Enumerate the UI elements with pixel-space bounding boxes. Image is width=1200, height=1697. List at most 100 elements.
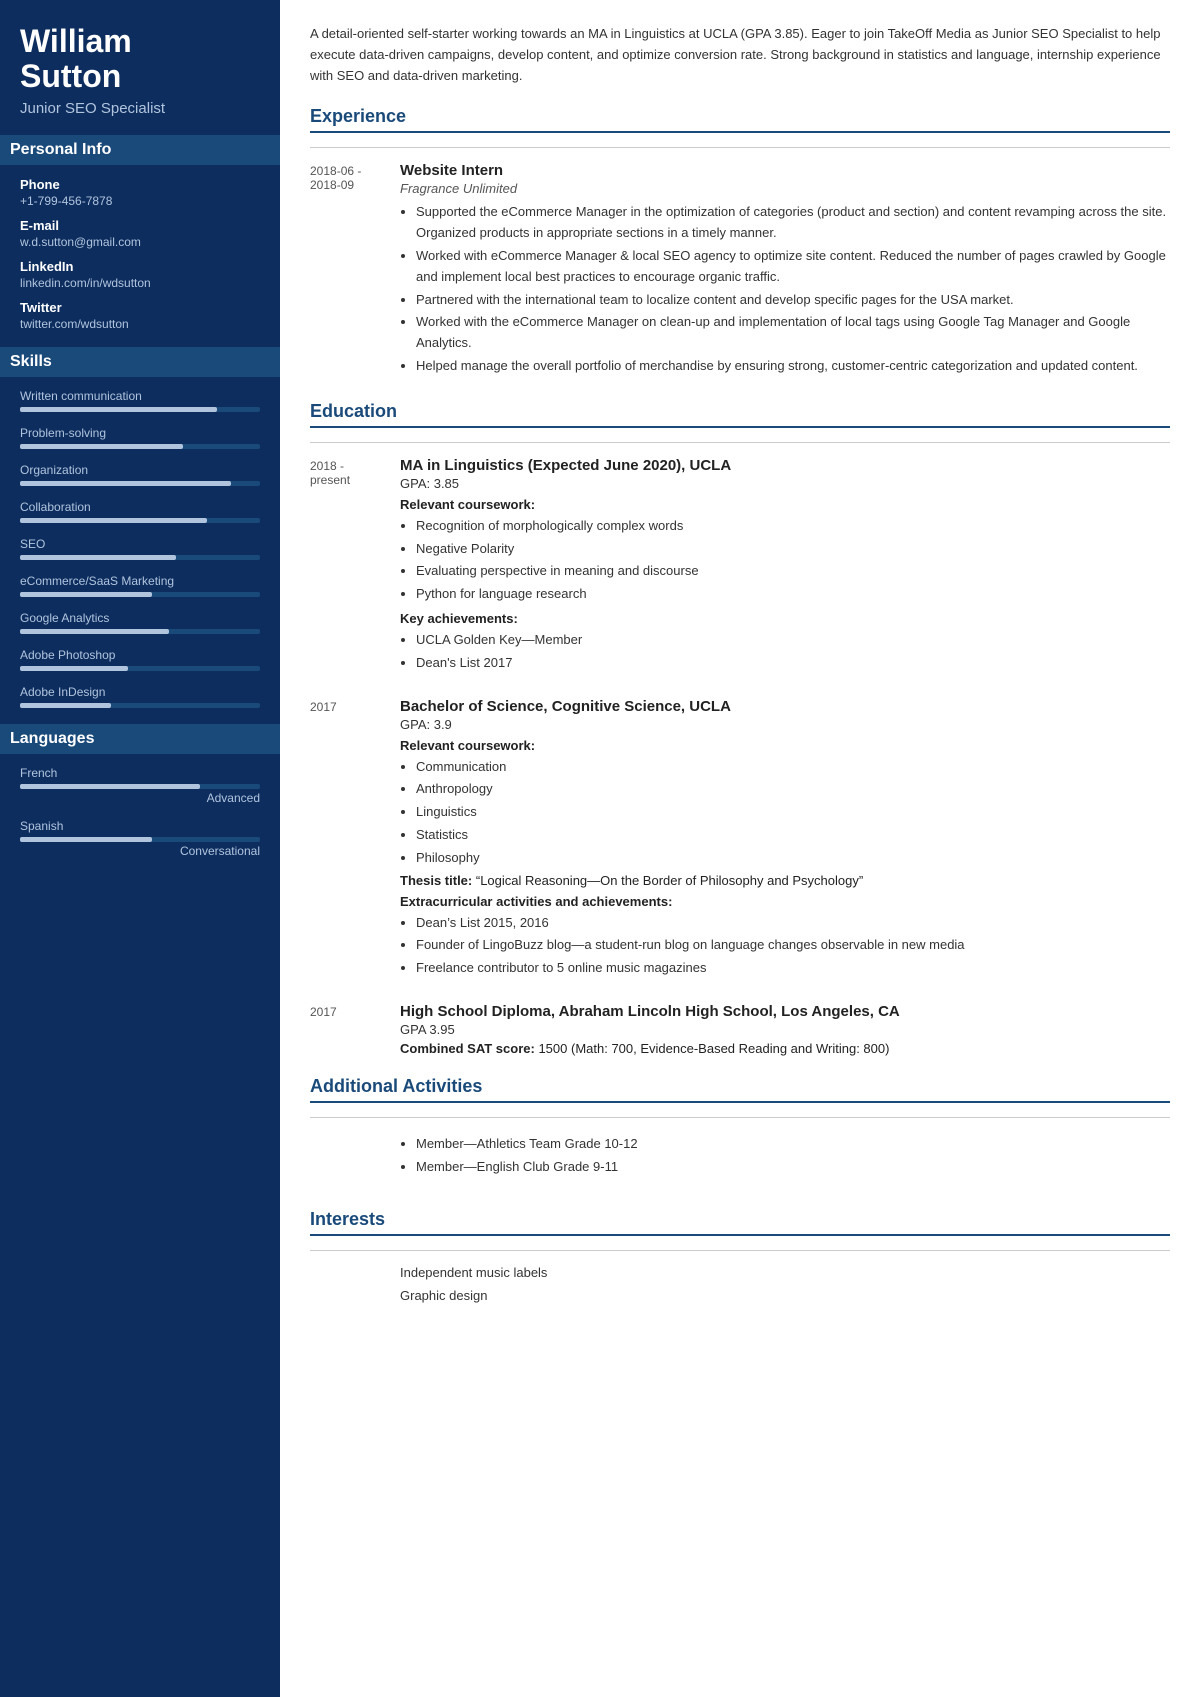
entry-gpa: GPA 3.95 bbox=[400, 1022, 1170, 1037]
coursework-label: Relevant coursework: bbox=[400, 497, 1170, 512]
skill-item: Adobe Photoshop bbox=[20, 648, 260, 671]
language-bar-fill bbox=[20, 784, 200, 789]
coursework-item: Recognition of morphologically complex w… bbox=[416, 516, 1170, 537]
skill-bar-bg bbox=[20, 518, 260, 523]
sidebar: WilliamSutton Junior SEO Specialist Pers… bbox=[0, 0, 280, 1697]
extra-label: Extracurricular activities and achieveme… bbox=[400, 894, 1170, 909]
twitter-label: Twitter bbox=[20, 300, 260, 315]
skill-bar-fill bbox=[20, 592, 152, 597]
sat-text: Combined SAT score: 1500 (Math: 700, Evi… bbox=[400, 1041, 1170, 1056]
coursework-item: Python for language research bbox=[416, 584, 1170, 605]
bullet-item: Worked with the eCommerce Manager on cle… bbox=[416, 312, 1170, 354]
language-level: Conversational bbox=[20, 844, 260, 858]
skill-item: Collaboration bbox=[20, 500, 260, 523]
phone-label: Phone bbox=[20, 177, 260, 192]
entry-title: MA in Linguistics (Expected June 2020), … bbox=[400, 457, 1170, 474]
extra-list: Dean’s List 2015, 2016Founder of LingoBu… bbox=[400, 913, 1170, 979]
coursework-list: Recognition of morphologically complex w… bbox=[400, 516, 1170, 605]
skill-bar-bg bbox=[20, 444, 260, 449]
coursework-item: Negative Polarity bbox=[416, 539, 1170, 560]
language-item: Spanish Conversational bbox=[20, 819, 260, 858]
skill-item: Written communication bbox=[20, 389, 260, 412]
coursework-item: Communication bbox=[416, 757, 1170, 778]
skill-item: Google Analytics bbox=[20, 611, 260, 634]
entry-gpa: GPA: 3.85 bbox=[400, 476, 1170, 491]
phone-value: +1-799-456-7878 bbox=[20, 194, 260, 208]
bullet-item: Supported the eCommerce Manager in the o… bbox=[416, 202, 1170, 244]
skill-item: Problem-solving bbox=[20, 426, 260, 449]
education-entry: 2018 -present MA in Linguistics (Expecte… bbox=[310, 457, 1170, 678]
experience-divider bbox=[310, 147, 1170, 148]
candidate-name: WilliamSutton bbox=[20, 24, 260, 94]
languages-list: French Advanced Spanish Conversational bbox=[20, 766, 260, 858]
additional-divider bbox=[310, 1117, 1170, 1118]
summary-text: A detail-oriented self-starter working t… bbox=[310, 24, 1170, 86]
email-label: E-mail bbox=[20, 218, 260, 233]
skill-bar-fill bbox=[20, 666, 128, 671]
skill-name: Adobe Photoshop bbox=[20, 648, 260, 662]
skill-bar-fill bbox=[20, 703, 111, 708]
skill-bar-bg bbox=[20, 629, 260, 634]
skill-name: Collaboration bbox=[20, 500, 260, 514]
skill-name: Adobe InDesign bbox=[20, 685, 260, 699]
skill-bar-bg bbox=[20, 481, 260, 486]
bullet-list: Supported the eCommerce Manager in the o… bbox=[400, 202, 1170, 376]
experience-list: 2018-06 -2018-09 Website Intern Fragranc… bbox=[310, 162, 1170, 380]
entry-body: Bachelor of Science, Cognitive Science, … bbox=[400, 698, 1170, 983]
coursework-list: CommunicationAnthropologyLinguisticsStat… bbox=[400, 757, 1170, 869]
thesis-label: Thesis title: bbox=[400, 873, 472, 888]
linkedin-label: LinkedIn bbox=[20, 259, 260, 274]
skills-list: Written communication Problem-solving Or… bbox=[20, 389, 260, 708]
skill-item: Adobe InDesign bbox=[20, 685, 260, 708]
entry-body: High School Diploma, Abraham Lincoln Hig… bbox=[400, 1003, 1170, 1056]
bullet-item: Partnered with the international team to… bbox=[416, 290, 1170, 311]
skill-name: SEO bbox=[20, 537, 260, 551]
education-divider bbox=[310, 442, 1170, 443]
interests-body: Independent music labelsGraphic design bbox=[400, 1265, 1170, 1311]
achievement-item: Dean's List 2017 bbox=[416, 653, 1170, 674]
skill-bar-bg bbox=[20, 666, 260, 671]
skill-bar-fill bbox=[20, 555, 176, 560]
twitter-value: twitter.com/wdsutton bbox=[20, 317, 260, 331]
extra-item: Dean’s List 2015, 2016 bbox=[416, 913, 1170, 934]
entry-date: 2017 bbox=[310, 698, 400, 983]
additional-item: Member—Athletics Team Grade 10-12 bbox=[416, 1132, 1170, 1155]
interests-entry: Independent music labelsGraphic design bbox=[310, 1265, 1170, 1311]
entry-date: 2017 bbox=[310, 1003, 400, 1056]
skill-name: Organization bbox=[20, 463, 260, 477]
skill-name: eCommerce/SaaS Marketing bbox=[20, 574, 260, 588]
additional-entry: Member—Athletics Team Grade 10-12Member—… bbox=[310, 1132, 1170, 1189]
achievements-list: UCLA Golden Key—MemberDean's List 2017 bbox=[400, 630, 1170, 674]
personal-info-heading: Personal Info bbox=[0, 135, 280, 165]
entry-subtitle: Fragrance Unlimited bbox=[400, 181, 1170, 196]
education-entry: 2017 Bachelor of Science, Cognitive Scie… bbox=[310, 698, 1170, 983]
skill-name: Google Analytics bbox=[20, 611, 260, 625]
skill-bar-bg bbox=[20, 703, 260, 708]
language-bar-bg bbox=[20, 837, 260, 842]
language-item: French Advanced bbox=[20, 766, 260, 805]
entry-body: Website Intern Fragrance Unlimited Suppo… bbox=[400, 162, 1170, 380]
main-content: A detail-oriented self-starter working t… bbox=[280, 0, 1200, 1697]
skill-bar-fill bbox=[20, 481, 231, 486]
coursework-item: Philosophy bbox=[416, 848, 1170, 869]
entry-gpa: GPA: 3.9 bbox=[400, 717, 1170, 732]
entry-body: MA in Linguistics (Expected June 2020), … bbox=[400, 457, 1170, 678]
candidate-title: Junior SEO Specialist bbox=[20, 100, 260, 117]
additional-item: Member—English Club Grade 9-11 bbox=[416, 1155, 1170, 1178]
coursework-label: Relevant coursework: bbox=[400, 738, 1170, 753]
skill-bar-fill bbox=[20, 444, 183, 449]
experience-heading: Experience bbox=[310, 106, 1170, 133]
interest-item: Graphic design bbox=[400, 1288, 1170, 1303]
skill-bar-fill bbox=[20, 407, 217, 412]
languages-heading: Languages bbox=[0, 724, 280, 754]
skill-item: eCommerce/SaaS Marketing bbox=[20, 574, 260, 597]
entry-title: Bachelor of Science, Cognitive Science, … bbox=[400, 698, 1170, 715]
skill-bar-bg bbox=[20, 592, 260, 597]
entry-title: High School Diploma, Abraham Lincoln Hig… bbox=[400, 1003, 1170, 1020]
coursework-item: Anthropology bbox=[416, 779, 1170, 800]
skill-bar-fill bbox=[20, 518, 207, 523]
additional-heading: Additional Activities bbox=[310, 1076, 1170, 1103]
thesis-text: “Logical Reasoning—On the Border of Phil… bbox=[472, 873, 863, 888]
coursework-item: Statistics bbox=[416, 825, 1170, 846]
language-name: Spanish bbox=[20, 819, 260, 833]
